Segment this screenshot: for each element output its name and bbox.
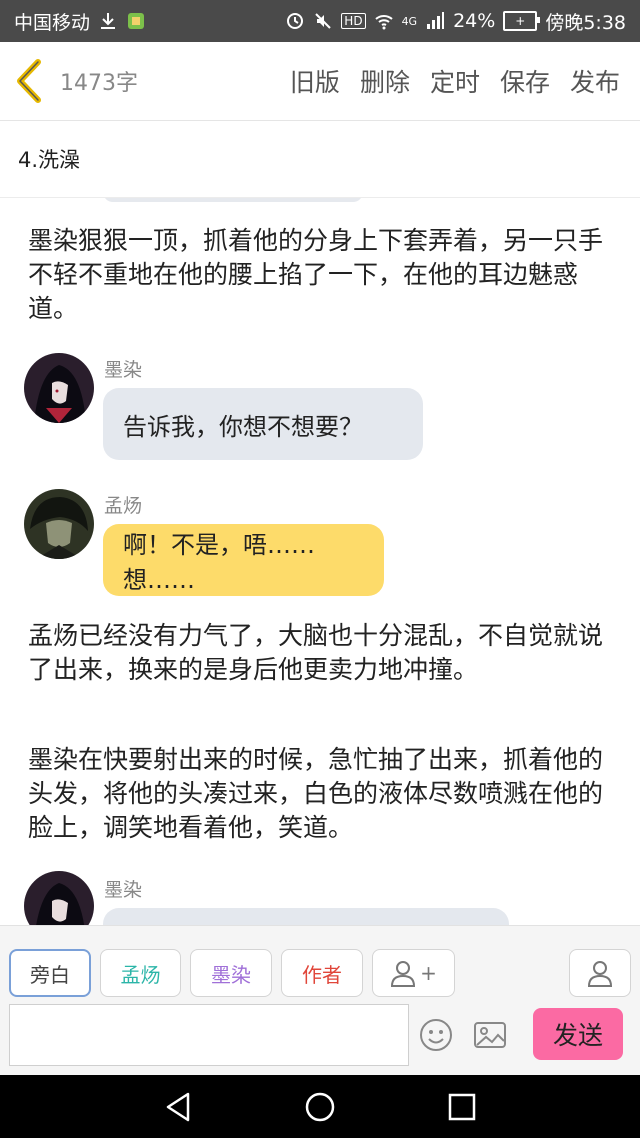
mute-icon xyxy=(315,13,332,29)
status-bar: 中国移动 HD 4G 24% + 傍晚5:38 xyxy=(0,0,640,42)
message-bubble[interactable] xyxy=(103,908,509,925)
avatar-image xyxy=(24,871,94,925)
chevron-left-icon xyxy=(17,59,41,103)
speaker-name: 墨染 xyxy=(104,879,143,901)
recents-nav-icon[interactable] xyxy=(445,1090,479,1124)
speaker-name: 墨染 xyxy=(104,359,143,381)
role-chip-author[interactable]: 作者 xyxy=(281,949,363,997)
send-button[interactable]: 发送 xyxy=(533,1008,623,1060)
speaker-name: 孟炀 xyxy=(104,495,143,517)
partial-message-bubble xyxy=(103,198,363,202)
back-nav-icon[interactable] xyxy=(162,1090,196,1124)
editor-header: 1473字 旧版 删除 定时 保存 发布 xyxy=(0,42,640,121)
save-button[interactable]: 保存 xyxy=(500,63,550,99)
composer-bar: 旁白 孟炀 墨染 作者 + 发送 xyxy=(0,925,640,1076)
battery-icon: + xyxy=(503,11,541,31)
message-bubble[interactable]: 告诉我，你想不想要？ xyxy=(103,388,423,460)
back-button[interactable] xyxy=(14,56,54,106)
delete-button[interactable]: 删除 xyxy=(360,63,410,99)
narration-block[interactable]: 墨染狠狠一顶，抓着他的分身上下套弄着，另一只手不轻不重地在他的腰上掐了一下，在他… xyxy=(28,224,610,326)
battery-percent: 24% xyxy=(453,10,496,32)
carrier-label: 中国移动 xyxy=(14,11,91,34)
alarm-icon xyxy=(287,13,304,29)
avatar-image xyxy=(24,353,94,423)
download-icon xyxy=(101,13,116,29)
narration-block[interactable]: 孟炀已经没有力气了，大脑也十分混乱，不自觉就说了出来，换来的是身后他更卖力地冲撞… xyxy=(28,619,610,687)
avatar-mengyang[interactable] xyxy=(24,489,94,559)
home-nav-icon[interactable] xyxy=(303,1090,337,1124)
role-chip-mengyang[interactable]: 孟炀 xyxy=(100,949,181,997)
role-manager-button[interactable] xyxy=(569,949,631,997)
avatar-moran[interactable] xyxy=(24,353,94,423)
role-chip-moran[interactable]: 墨染 xyxy=(190,949,272,997)
network-type: 4G xyxy=(401,14,418,28)
image-icon[interactable] xyxy=(472,1017,508,1053)
chapter-title: 4.洗澡 xyxy=(18,148,81,172)
user-icon xyxy=(587,961,613,987)
app-notification-icon xyxy=(128,13,145,29)
avatar-moran[interactable] xyxy=(24,871,94,925)
wifi-icon xyxy=(374,15,393,30)
emoji-icon[interactable] xyxy=(418,1017,454,1053)
signal-icon xyxy=(427,12,445,29)
schedule-button[interactable]: 定时 xyxy=(430,63,480,99)
add-role-button[interactable]: + xyxy=(372,949,455,997)
message-bubble[interactable]: 啊！不是，唔……想…… xyxy=(103,524,384,596)
old-version-button[interactable]: 旧版 xyxy=(290,63,340,99)
clock: 傍晚5:38 xyxy=(545,11,626,34)
add-user-icon xyxy=(391,961,416,987)
message-input[interactable] xyxy=(9,1004,409,1066)
hd-badge: HD xyxy=(341,13,366,29)
word-count: 1473字 xyxy=(60,71,138,96)
story-content[interactable]: 墨染狠狠一顶，抓着他的分身上下套弄着，另一只手不轻不重地在他的腰上掐了一下，在他… xyxy=(0,198,640,925)
role-chip-narrator[interactable]: 旁白 xyxy=(9,949,91,997)
narration-block[interactable]: 墨染在快要射出来的时候，急忙抽了出来，抓着他的头发，将他的头凑过来，白色的液体尽… xyxy=(28,743,610,845)
avatar-image xyxy=(24,489,94,559)
publish-button[interactable]: 发布 xyxy=(570,63,620,99)
chapter-title-field[interactable]: 4.洗澡 xyxy=(0,121,640,198)
system-nav-bar xyxy=(0,1075,640,1138)
